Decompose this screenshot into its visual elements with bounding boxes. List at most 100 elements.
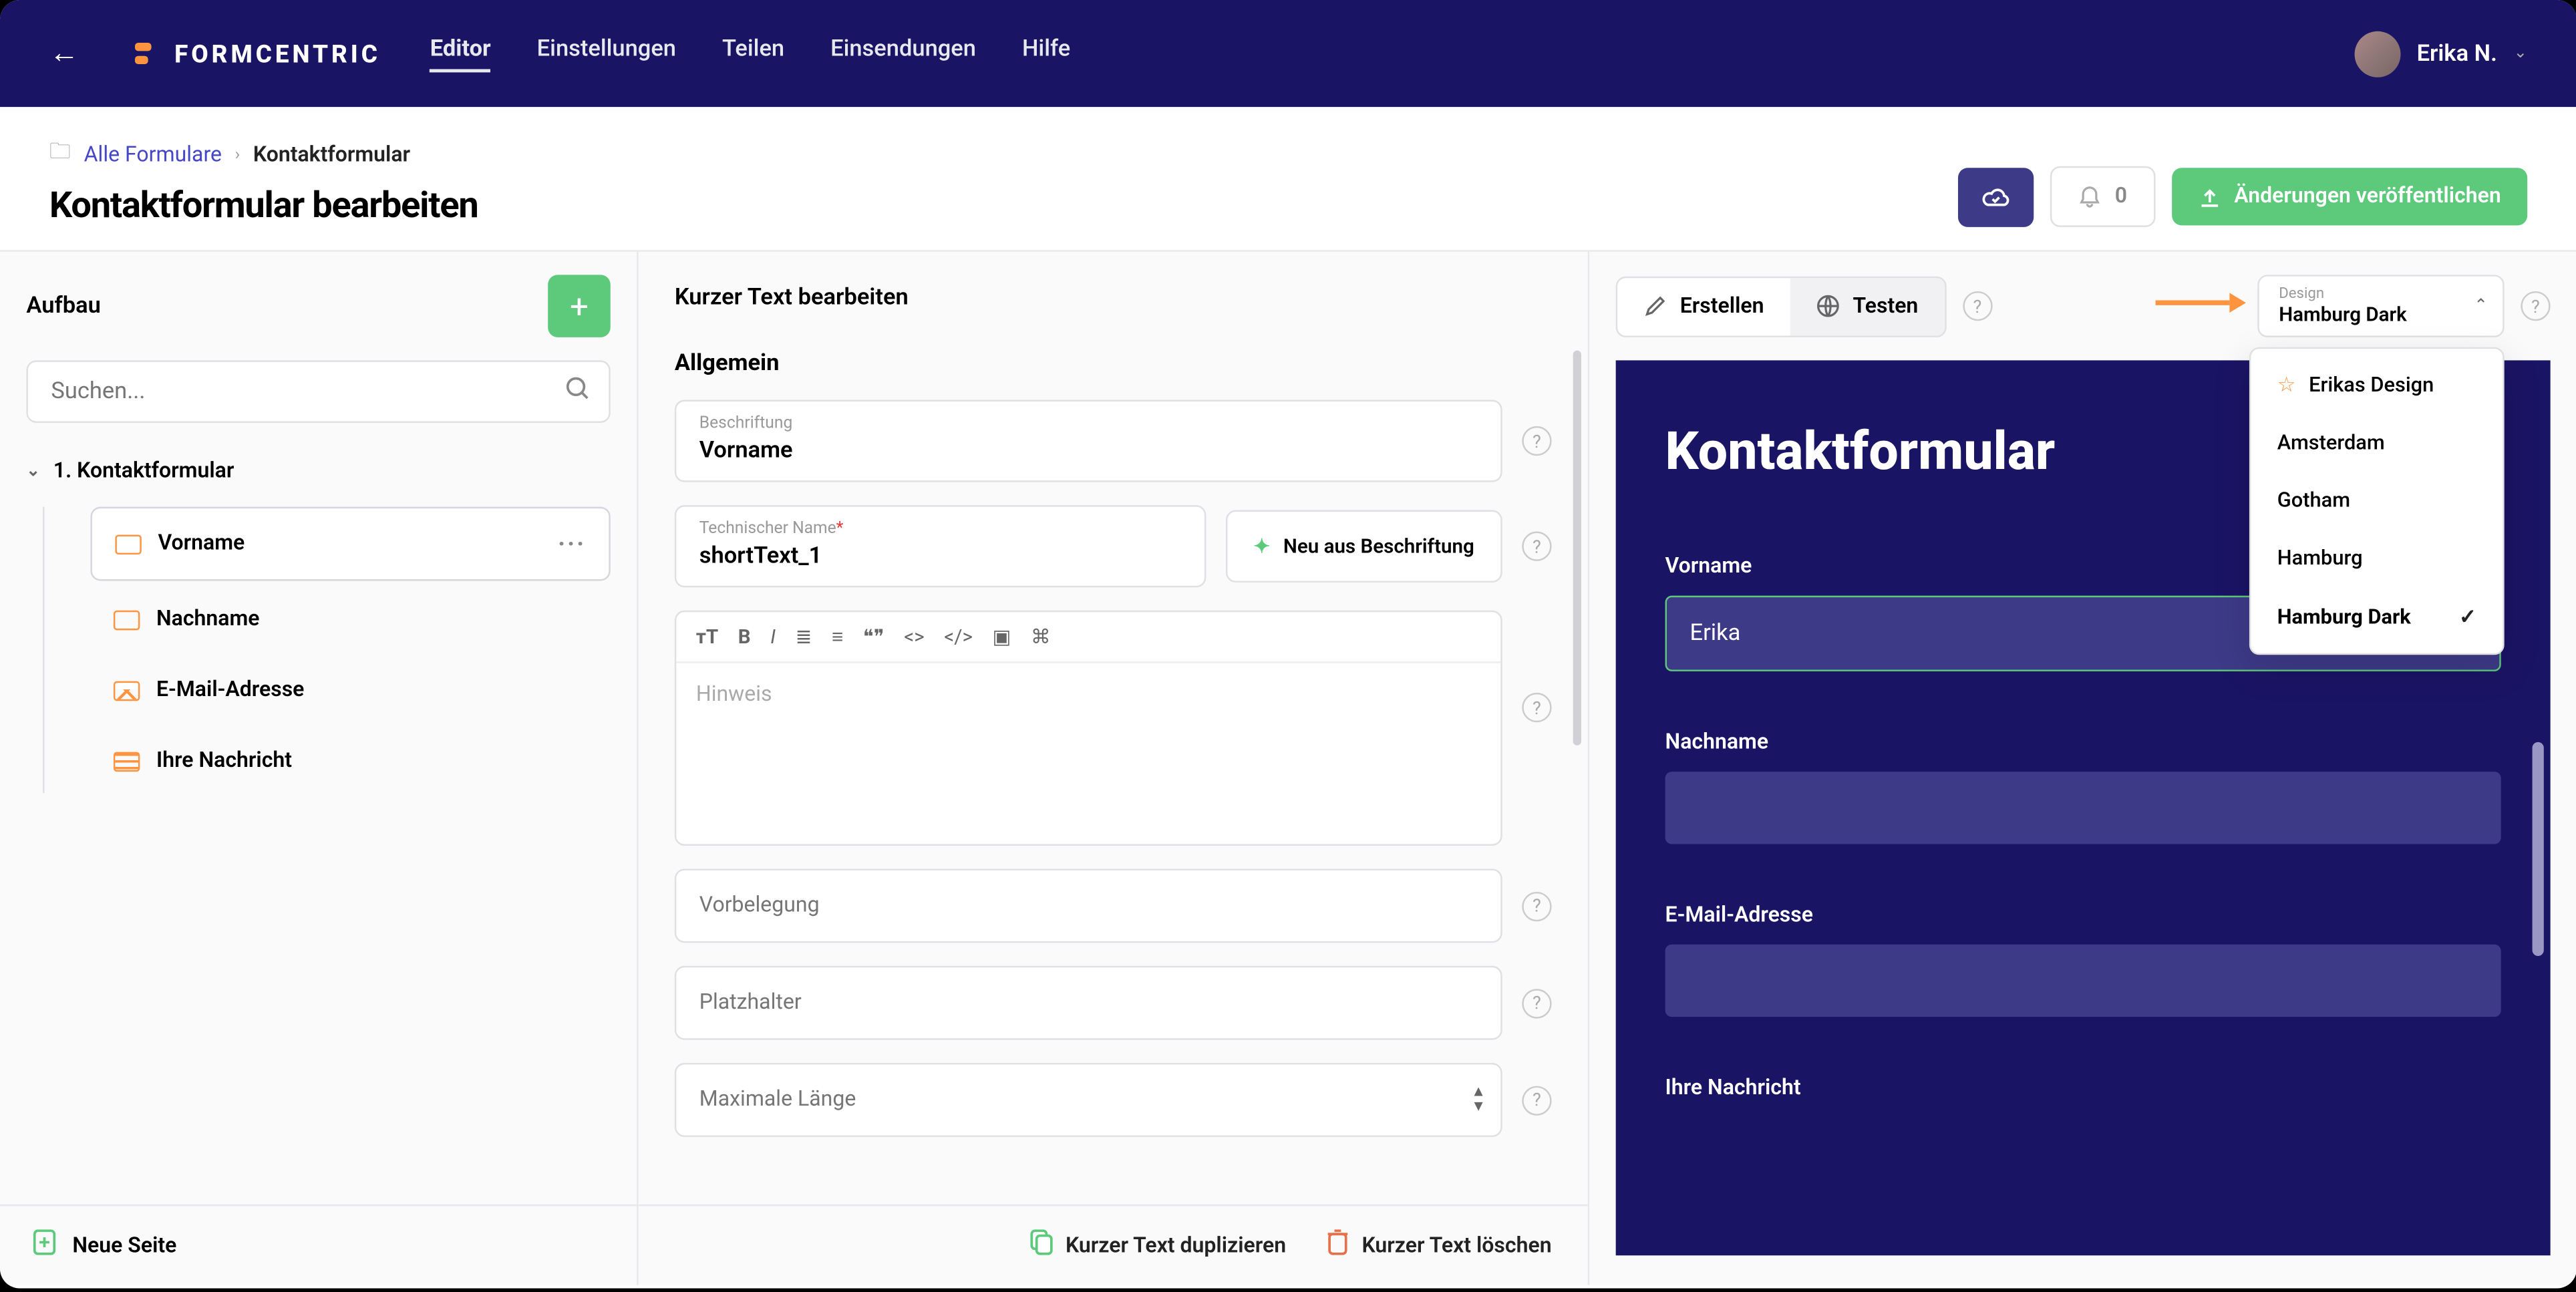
preview-input-nachname[interactable]	[1665, 772, 2501, 844]
spin-down-icon[interactable]: ▼	[1471, 1100, 1486, 1115]
help-icon[interactable]: ?	[1522, 891, 1551, 921]
number-spinner[interactable]: ▲▼	[1471, 1085, 1486, 1114]
structure-title: Aufbau	[26, 293, 101, 319]
nav-teilen[interactable]: Teilen	[722, 35, 784, 71]
design-option-gotham[interactable]: Gotham	[2257, 472, 2496, 530]
generate-name-label: Neu aus Beschriftung	[1283, 534, 1474, 557]
new-page-label: Neue Seite	[72, 1233, 176, 1258]
technischer-name-input[interactable]	[699, 540, 1181, 569]
preview-scrollbar[interactable]	[2533, 742, 2544, 956]
user-menu[interactable]: Erika N. ⌄	[2354, 31, 2527, 77]
design-option-amsterdam[interactable]: Amsterdam	[2257, 415, 2496, 472]
chevron-down-icon: ⌄	[2514, 45, 2528, 63]
upload-icon	[2198, 185, 2221, 208]
publish-label: Änderungen veröffentlichen	[2234, 184, 2501, 209]
tree-item-label: E-Mail-Adresse	[156, 678, 304, 703]
rte-bold-icon[interactable]: B	[738, 625, 751, 648]
tab-erstellen-label: Erstellen	[1680, 294, 1764, 319]
technischer-name-label: Technischer Name*	[699, 520, 1181, 538]
breadcrumb-separator: ›	[235, 146, 240, 164]
tree-item-label: Nachname	[156, 607, 260, 632]
logo-icon	[128, 39, 158, 68]
nav-einstellungen[interactable]: Einstellungen	[537, 35, 676, 71]
preview-field-label-nachname: Nachname	[1665, 731, 2501, 756]
design-option-erikas[interactable]: ☆Erikas Design	[2257, 355, 2496, 415]
globe-icon	[1816, 295, 1839, 317]
nav-hilfe[interactable]: Hilfe	[1022, 35, 1070, 71]
rte-ul-icon[interactable]: ≣	[796, 625, 812, 648]
textarea-field-icon	[114, 751, 140, 771]
technischer-name-field[interactable]: Technischer Name*	[675, 505, 1206, 587]
more-icon[interactable]: ···	[558, 528, 586, 560]
star-icon: ☆	[2277, 372, 2296, 398]
rte-link-icon[interactable]: ⌘	[1031, 625, 1051, 648]
add-element-button[interactable]: +	[548, 275, 611, 337]
hinweis-textarea[interactable]: Hinweis	[676, 663, 1500, 844]
breadcrumb: 🗀 Alle Formulare › Kontaktformular	[49, 136, 478, 172]
help-icon[interactable]: ?	[1522, 1085, 1551, 1114]
rte-quote-icon[interactable]: ❝❞	[863, 625, 884, 648]
rte-italic-icon[interactable]: I	[770, 625, 776, 648]
preview-input-email[interactable]	[1665, 945, 2501, 1017]
main-nav: Editor Einstellungen Teilen Einsendungen…	[430, 35, 2354, 71]
tree-item-nachname[interactable]: Nachname	[90, 587, 610, 651]
search-input[interactable]	[26, 360, 610, 423]
generate-name-button[interactable]: ✦ Neu aus Beschriftung	[1226, 510, 1502, 583]
chevron-up-icon: ⌃	[2474, 297, 2488, 315]
rte-code-icon[interactable]: <>	[904, 625, 924, 648]
help-icon[interactable]: ?	[1522, 693, 1551, 722]
vorbelegung-input[interactable]	[675, 868, 1502, 943]
tab-testen[interactable]: Testen	[1790, 277, 1945, 335]
max-length-input[interactable]	[675, 1063, 1502, 1137]
help-icon[interactable]: ?	[2521, 291, 2550, 321]
notifications-button[interactable]: 0	[2051, 166, 2155, 227]
rte-image-icon[interactable]: ▣	[992, 625, 1011, 648]
beschriftung-field[interactable]: Beschriftung	[675, 400, 1502, 482]
design-option-hamburg-dark[interactable]: Hamburg Dark ✓	[2257, 587, 2496, 647]
nav-editor[interactable]: Editor	[430, 35, 491, 71]
tree-root-label: 1. Kontaktformular	[53, 459, 234, 484]
delete-button[interactable]: Kurzer Text löschen	[1325, 1229, 1551, 1262]
back-button[interactable]: ←	[49, 36, 79, 71]
beschriftung-input[interactable]	[699, 434, 1478, 464]
breadcrumb-root[interactable]: Alle Formulare	[84, 142, 222, 167]
rte-codeblock-icon[interactable]: </>	[944, 625, 973, 648]
scrollbar[interactable]	[1573, 351, 1581, 746]
tree-item-email[interactable]: E-Mail-Adresse	[90, 658, 610, 722]
tree-item-nachricht[interactable]: Ihre Nachricht	[90, 729, 610, 793]
preview-field-label-email: E-Mail-Adresse	[1665, 903, 2501, 928]
tab-erstellen[interactable]: Erstellen	[1617, 277, 1790, 335]
nav-einsendungen[interactable]: Einsendungen	[830, 35, 976, 71]
help-icon[interactable]: ?	[1522, 532, 1551, 561]
new-page-button[interactable]: Neue Seite	[0, 1204, 637, 1285]
platzhalter-input[interactable]	[675, 966, 1502, 1040]
tree-item-vorname[interactable]: Vorname ···	[90, 507, 610, 581]
design-select[interactable]: Design Hamburg Dark ⌃	[2257, 275, 2504, 337]
design-option-hamburg[interactable]: Hamburg	[2257, 530, 2496, 587]
wand-icon: ✦	[1253, 534, 1270, 557]
preview-field-label-nachricht: Ihre Nachricht	[1665, 1076, 2501, 1101]
help-icon[interactable]: ?	[1522, 988, 1551, 1017]
publish-button[interactable]: Änderungen veröffentlichen	[2172, 168, 2528, 225]
duplicate-button[interactable]: Kurzer Text duplizieren	[1029, 1229, 1286, 1262]
design-dropdown: ☆Erikas Design Amsterdam Gotham Hamburg …	[2249, 347, 2505, 655]
tree-item-label: Vorname	[158, 532, 245, 556]
tree-root[interactable]: ⌄ 1. Kontaktformular	[26, 443, 610, 500]
help-icon[interactable]: ?	[1522, 426, 1551, 456]
duplicate-icon	[1029, 1229, 1052, 1262]
help-icon[interactable]: ?	[1963, 291, 1992, 321]
rte-ol-icon[interactable]: ≡	[832, 625, 843, 648]
cloud-button[interactable]	[1959, 167, 2034, 226]
cloud-check-icon	[1981, 185, 2011, 208]
tab-testen-label: Testen	[1853, 294, 1919, 319]
pencil-icon	[1644, 295, 1667, 317]
user-name: Erika N.	[2417, 40, 2497, 66]
rte-textsize-icon[interactable]: тT	[696, 625, 718, 648]
delete-label: Kurzer Text löschen	[1361, 1233, 1551, 1258]
tree-item-label: Ihre Nachricht	[156, 749, 292, 774]
topbar: ← FORMCENTRIC Editor Einstellungen Teile…	[0, 0, 2576, 107]
logo[interactable]: FORMCENTRIC	[128, 39, 381, 68]
logo-text: FORMCENTRIC	[174, 39, 381, 68]
section-allgemein: Allgemein	[675, 351, 1552, 377]
breadcrumb-current: Kontaktformular	[253, 142, 410, 167]
